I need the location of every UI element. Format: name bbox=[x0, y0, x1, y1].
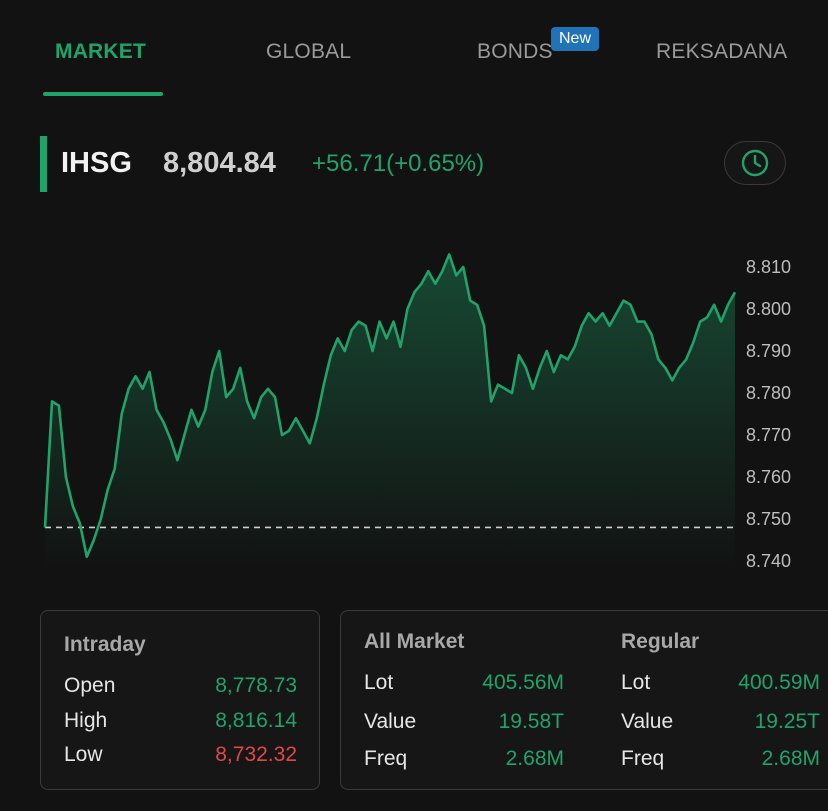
regular-value-label: Value bbox=[621, 710, 674, 733]
regular-freq-value: 2.68M bbox=[761, 747, 820, 770]
regular-lot-label: Lot bbox=[621, 671, 651, 694]
all-value-value: 19.58T bbox=[498, 710, 564, 733]
y-tick-label: 8.770 bbox=[746, 425, 791, 445]
y-tick-label: 8.810 bbox=[746, 257, 791, 277]
high-value: 8,816.14 bbox=[215, 709, 297, 732]
all-value-label: Value bbox=[364, 710, 417, 733]
low-label: Low bbox=[64, 743, 103, 766]
active-tab-indicator bbox=[43, 92, 163, 96]
regular-freq-label: Freq bbox=[621, 747, 665, 770]
high-label: High bbox=[64, 709, 108, 732]
y-tick-label: 8.750 bbox=[746, 509, 791, 529]
market-stats-card: All Market Lot 405.56M Value 19.58T Freq… bbox=[340, 610, 828, 790]
clock-icon bbox=[741, 149, 769, 177]
all-lot-label: Lot bbox=[364, 671, 394, 694]
intraday-title: Intraday bbox=[64, 633, 146, 656]
tab-global[interactable]: GLOBAL bbox=[266, 40, 351, 64]
y-tick-label: 8.780 bbox=[746, 383, 791, 403]
open-value: 8,778.73 bbox=[215, 674, 297, 697]
price-area bbox=[45, 254, 735, 570]
regular-lot-value: 400.59M bbox=[738, 671, 820, 694]
all-market-title: All Market bbox=[364, 630, 465, 653]
index-value: 8,804.84 bbox=[163, 147, 276, 179]
all-freq-label: Freq bbox=[364, 747, 408, 770]
y-tick-label: 8.740 bbox=[746, 551, 791, 571]
open-label: Open bbox=[64, 674, 116, 697]
all-freq-value: 2.68M bbox=[505, 747, 564, 770]
history-button[interactable] bbox=[724, 141, 786, 185]
new-badge: New bbox=[551, 27, 599, 51]
index-name: IHSG bbox=[61, 147, 132, 179]
tab-bonds[interactable]: BONDS bbox=[477, 40, 553, 64]
intraday-chart[interactable]: 8.810 8.800 8.790 8.780 8.770 8.760 8.750 8.740 bbox=[0, 240, 828, 580]
y-tick-label: 8.760 bbox=[746, 467, 791, 487]
y-tick-label: 8.800 bbox=[746, 299, 791, 319]
all-lot-value: 405.56M bbox=[482, 671, 564, 694]
intraday-card: Intraday Open 8,778.73 High 8,816.14 Low… bbox=[40, 610, 320, 790]
market-tabs: MARKET GLOBAL BONDS New REKSADANA bbox=[0, 0, 828, 100]
tab-reksadana[interactable]: REKSADANA bbox=[656, 40, 787, 64]
index-accent-bar bbox=[40, 136, 47, 192]
index-change: +56.71(+0.65%) bbox=[312, 150, 485, 177]
low-value: 8,732.32 bbox=[215, 743, 297, 766]
regular-title: Regular bbox=[621, 630, 700, 653]
y-tick-label: 8.790 bbox=[746, 341, 791, 361]
regular-value-value: 19.25T bbox=[754, 710, 820, 733]
tab-market[interactable]: MARKET bbox=[55, 40, 146, 64]
